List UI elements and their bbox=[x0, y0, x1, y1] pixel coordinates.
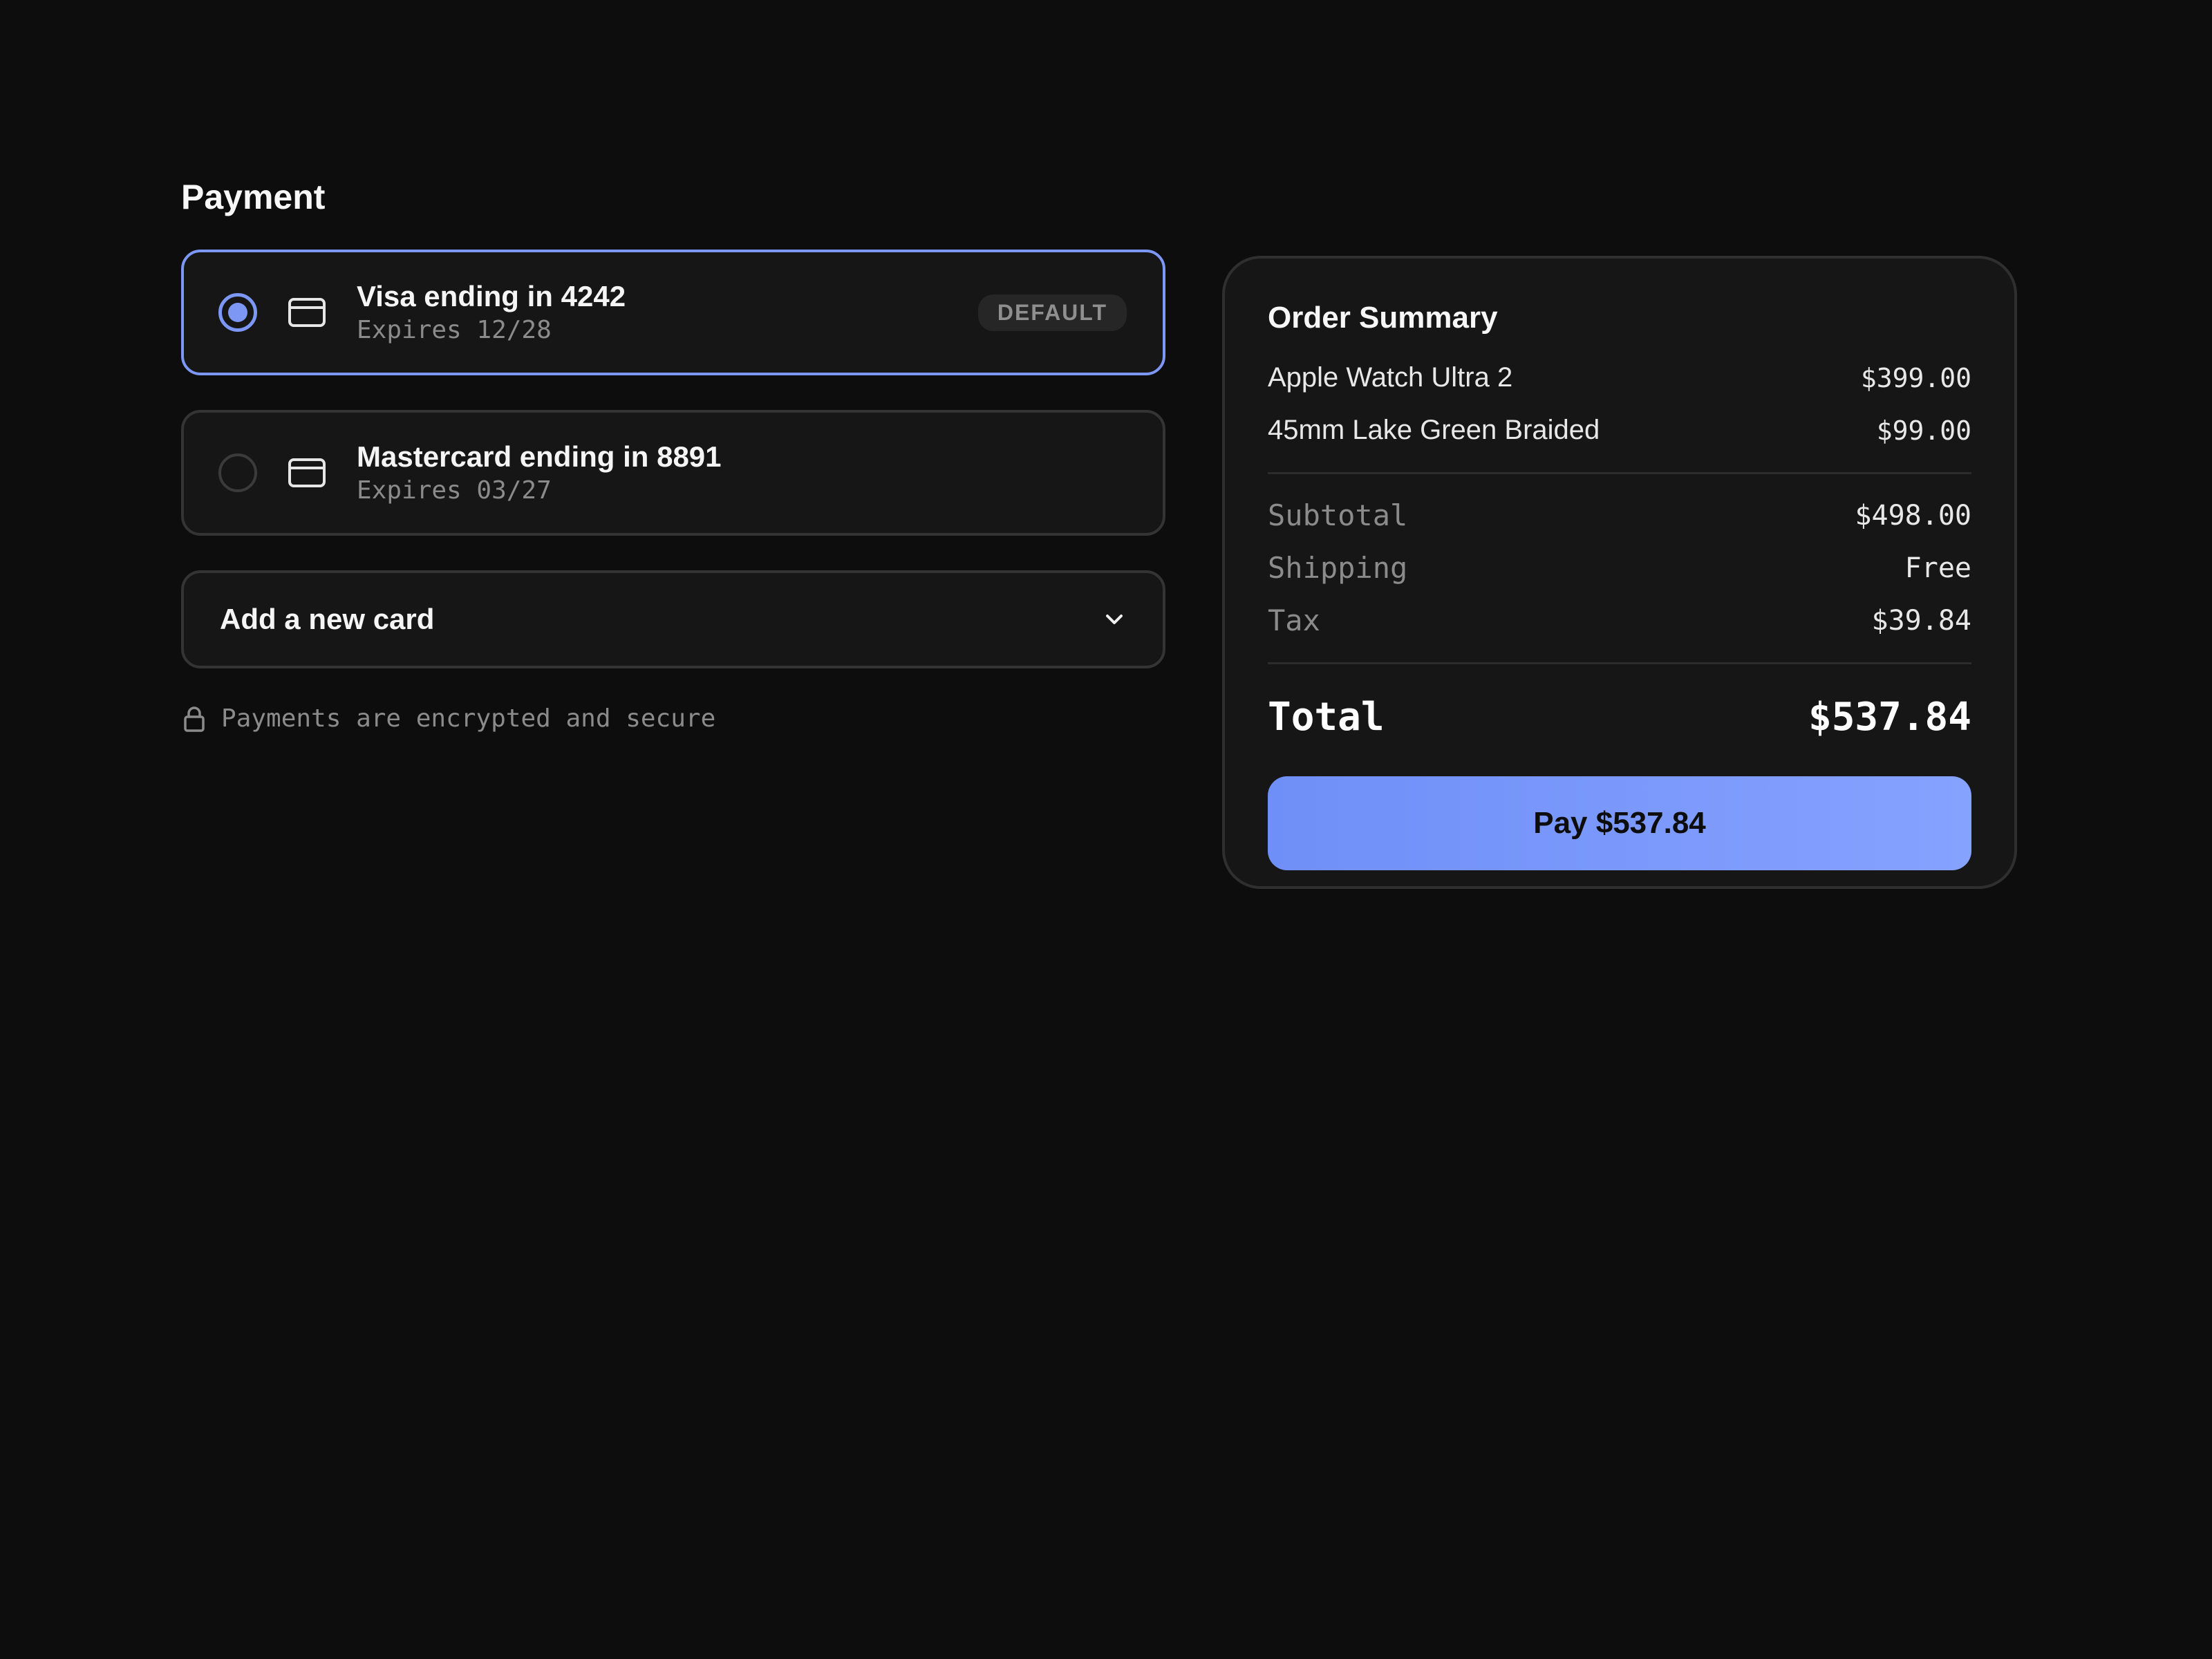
summary-title: Order Summary bbox=[1268, 301, 1498, 335]
add-card-label: Add a new card bbox=[220, 603, 435, 635]
payment-title: Payment bbox=[181, 178, 326, 216]
card-name: Mastercard ending in 8891 bbox=[357, 440, 722, 474]
divider bbox=[1268, 471, 1971, 474]
shipping-value: Free bbox=[1904, 552, 1971, 584]
payment-option-mastercard[interactable]: Mastercard ending in 8891 Expires 03/27 bbox=[181, 410, 1165, 536]
tax-label: Tax bbox=[1268, 603, 1320, 638]
total-label: Total bbox=[1268, 695, 1385, 740]
lock-icon bbox=[181, 705, 207, 733]
item-name: Apple Watch Ultra 2 bbox=[1268, 362, 1513, 393]
tax-value: $39.84 bbox=[1871, 604, 1972, 637]
list-item: Apple Watch Ultra 2 $399.00 bbox=[1268, 352, 1971, 404]
card-expiry: Expires 03/27 bbox=[357, 476, 552, 505]
item-price: $99.00 bbox=[1876, 415, 1971, 446]
radio-selected-icon[interactable] bbox=[218, 293, 257, 332]
divider bbox=[1268, 662, 1971, 664]
total-row: Total $537.84 bbox=[1268, 679, 1971, 756]
subtotal-row: Subtotal $498.00 bbox=[1268, 489, 1971, 542]
total-value: $537.84 bbox=[1808, 695, 1971, 740]
chevron-down-icon bbox=[1102, 607, 1127, 632]
shipping-row: Shipping Free bbox=[1268, 542, 1971, 594]
item-price: $399.00 bbox=[1860, 362, 1971, 393]
default-badge: DEFAULT bbox=[977, 294, 1127, 331]
card-name: Visa ending in 4242 bbox=[357, 280, 626, 313]
subtotal-value: $498.00 bbox=[1855, 499, 1971, 532]
secure-note: Payments are encrypted and secure bbox=[181, 704, 1165, 733]
list-item: 45mm Lake Green Braided $99.00 bbox=[1268, 404, 1971, 457]
secure-text: Payments are encrypted and secure bbox=[221, 704, 716, 733]
radio-unselected-icon[interactable] bbox=[218, 453, 257, 492]
pay-button[interactable]: Pay $537.84 bbox=[1268, 776, 1971, 870]
credit-card-icon bbox=[288, 297, 326, 328]
credit-card-icon bbox=[288, 458, 326, 488]
subtotal-label: Subtotal bbox=[1268, 498, 1408, 533]
tax-row: Tax $39.84 bbox=[1268, 594, 1971, 647]
payment-option-visa[interactable]: Visa ending in 4242 Expires 12/28 DEFAUL… bbox=[181, 250, 1165, 375]
card-text: Mastercard ending in 8891 Expires 03/27 bbox=[357, 440, 1127, 505]
add-new-card-toggle[interactable]: Add a new card bbox=[181, 570, 1165, 668]
radio-dot bbox=[228, 303, 247, 322]
item-name: 45mm Lake Green Braided bbox=[1268, 415, 1600, 446]
payment-section: Payment Visa ending in 4242 Expires 12/2… bbox=[181, 178, 1165, 733]
card-text: Visa ending in 4242 Expires 12/28 bbox=[357, 280, 978, 344]
card-expiry: Expires 12/28 bbox=[357, 315, 552, 344]
order-summary-panel: Order Summary Apple Watch Ultra 2 $399.0… bbox=[1222, 256, 2017, 889]
shipping-label: Shipping bbox=[1268, 551, 1408, 585]
